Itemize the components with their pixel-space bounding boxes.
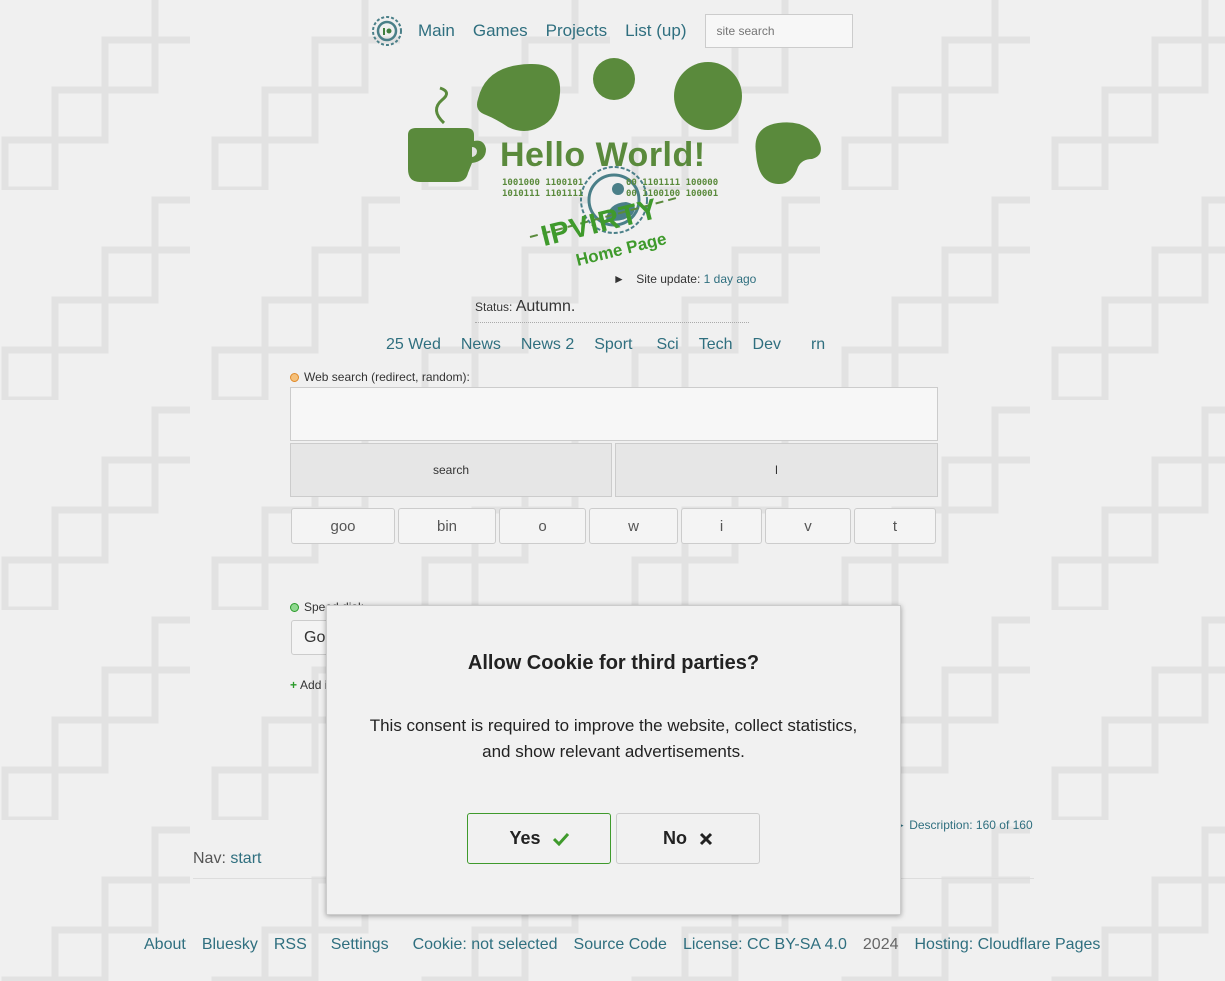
blob-shape xyxy=(477,63,561,131)
footer-link-cookie[interactable]: Cookie: not selected xyxy=(413,936,558,954)
engine-button-i[interactable]: i xyxy=(681,508,762,544)
circle-shape xyxy=(593,58,635,100)
footer-year: 2024 xyxy=(862,936,899,953)
cookie-no-button[interactable]: No xyxy=(616,813,760,864)
engine-button-o[interactable]: o xyxy=(499,508,586,544)
footer-link-hosting[interactable]: Hosting: Cloudflare Pages xyxy=(914,936,1100,954)
topic-link-sport[interactable]: Sport xyxy=(594,336,632,354)
footer-link-license[interactable]: License: CC BY-SA 4.0 xyxy=(683,936,847,954)
search-engine-buttons: goo bin o w i v t xyxy=(291,508,939,544)
engine-button-goo[interactable]: goo xyxy=(291,508,395,544)
circle-shape xyxy=(674,62,742,130)
engine-button-bin[interactable]: bin xyxy=(398,508,496,544)
nav-link-main[interactable]: Main xyxy=(418,21,455,41)
topic-link-news-2[interactable]: News 2 xyxy=(521,336,574,354)
top-navigation: Main Games Projects List (up) xyxy=(370,13,853,49)
coffee-cup-icon xyxy=(408,128,486,182)
web-search-label: Web search (redirect, random): xyxy=(290,370,470,384)
footer-link-settings[interactable]: Settings xyxy=(331,936,389,954)
lucky-button[interactable]: l xyxy=(615,443,938,497)
orange-dot-icon xyxy=(290,372,299,382)
topic-link-sci[interactable]: Sci xyxy=(656,336,678,354)
cookie-yes-button[interactable]: Yes xyxy=(467,813,611,864)
site-search-input[interactable] xyxy=(704,14,853,48)
blob-shape xyxy=(755,122,821,185)
nav-start-link[interactable]: start xyxy=(230,850,261,867)
cookie-dialog-text: This consent is required to improve the … xyxy=(369,716,858,761)
footer-link-rss[interactable]: RSS xyxy=(274,936,307,954)
web-search-input[interactable] xyxy=(290,387,938,441)
topic-link-date[interactable]: 25 Wed xyxy=(386,336,441,354)
site-update-label: Site update: xyxy=(636,272,701,286)
footer-link-about[interactable]: About xyxy=(144,936,186,954)
description-counter: ► Description: 160 of 160 xyxy=(894,818,1033,832)
cookie-dialog-title: Allow Cookie for third parties? xyxy=(467,652,760,674)
binary-text-left: 1001000 1100101 1010111 1101111 xyxy=(502,178,584,199)
green-dot-icon xyxy=(290,602,299,612)
no-label: No xyxy=(663,828,687,848)
site-update: ► Site update: 1 day ago xyxy=(613,272,756,286)
triangle-right-icon: ► xyxy=(613,272,625,286)
topic-link-news[interactable]: News xyxy=(461,336,501,354)
cookie-consent-dialog: Allow Cookie for third parties? This con… xyxy=(326,605,901,915)
status-line: Status: Autumn. xyxy=(475,298,749,323)
footer: About Bluesky RSS Settings Cookie: not s… xyxy=(144,936,1116,954)
yes-label: Yes xyxy=(509,828,541,848)
engine-button-w[interactable]: w xyxy=(589,508,678,544)
topic-links: 25 Wed News News 2 Sport Sci Tech Dev rn xyxy=(386,336,845,354)
topic-link-tech[interactable]: Tech xyxy=(699,336,733,354)
steam-icon xyxy=(435,86,448,125)
engine-button-v[interactable]: v xyxy=(765,508,851,544)
nav-link-projects[interactable]: Projects xyxy=(546,21,607,41)
topic-link-rn[interactable]: rn xyxy=(811,336,825,354)
hero-headline: Hello World! xyxy=(500,136,706,174)
nav-link-list-up[interactable]: List (up) xyxy=(625,21,686,41)
close-icon xyxy=(699,832,713,845)
add-item-link[interactable]: + Add i xyxy=(290,678,327,692)
site-logo-icon[interactable] xyxy=(370,14,404,48)
hero-banner: Hello World! 1001000 1100101 1010111 110… xyxy=(400,55,830,270)
plus-icon: + xyxy=(290,678,298,692)
footer-link-bluesky[interactable]: Bluesky xyxy=(202,936,258,954)
status-label: Status: xyxy=(475,300,513,314)
engine-button-t[interactable]: t xyxy=(854,508,936,544)
footer-link-source-code[interactable]: Source Code xyxy=(574,936,667,954)
status-value: Autumn. xyxy=(515,298,576,315)
checkmark-icon xyxy=(552,832,569,846)
site-update-value[interactable]: 1 day ago xyxy=(704,272,757,286)
topic-link-dev[interactable]: Dev xyxy=(753,336,781,354)
nav-label: Nav: xyxy=(193,850,226,867)
nav-link-games[interactable]: Games xyxy=(473,21,528,41)
search-button[interactable]: search xyxy=(290,443,612,497)
